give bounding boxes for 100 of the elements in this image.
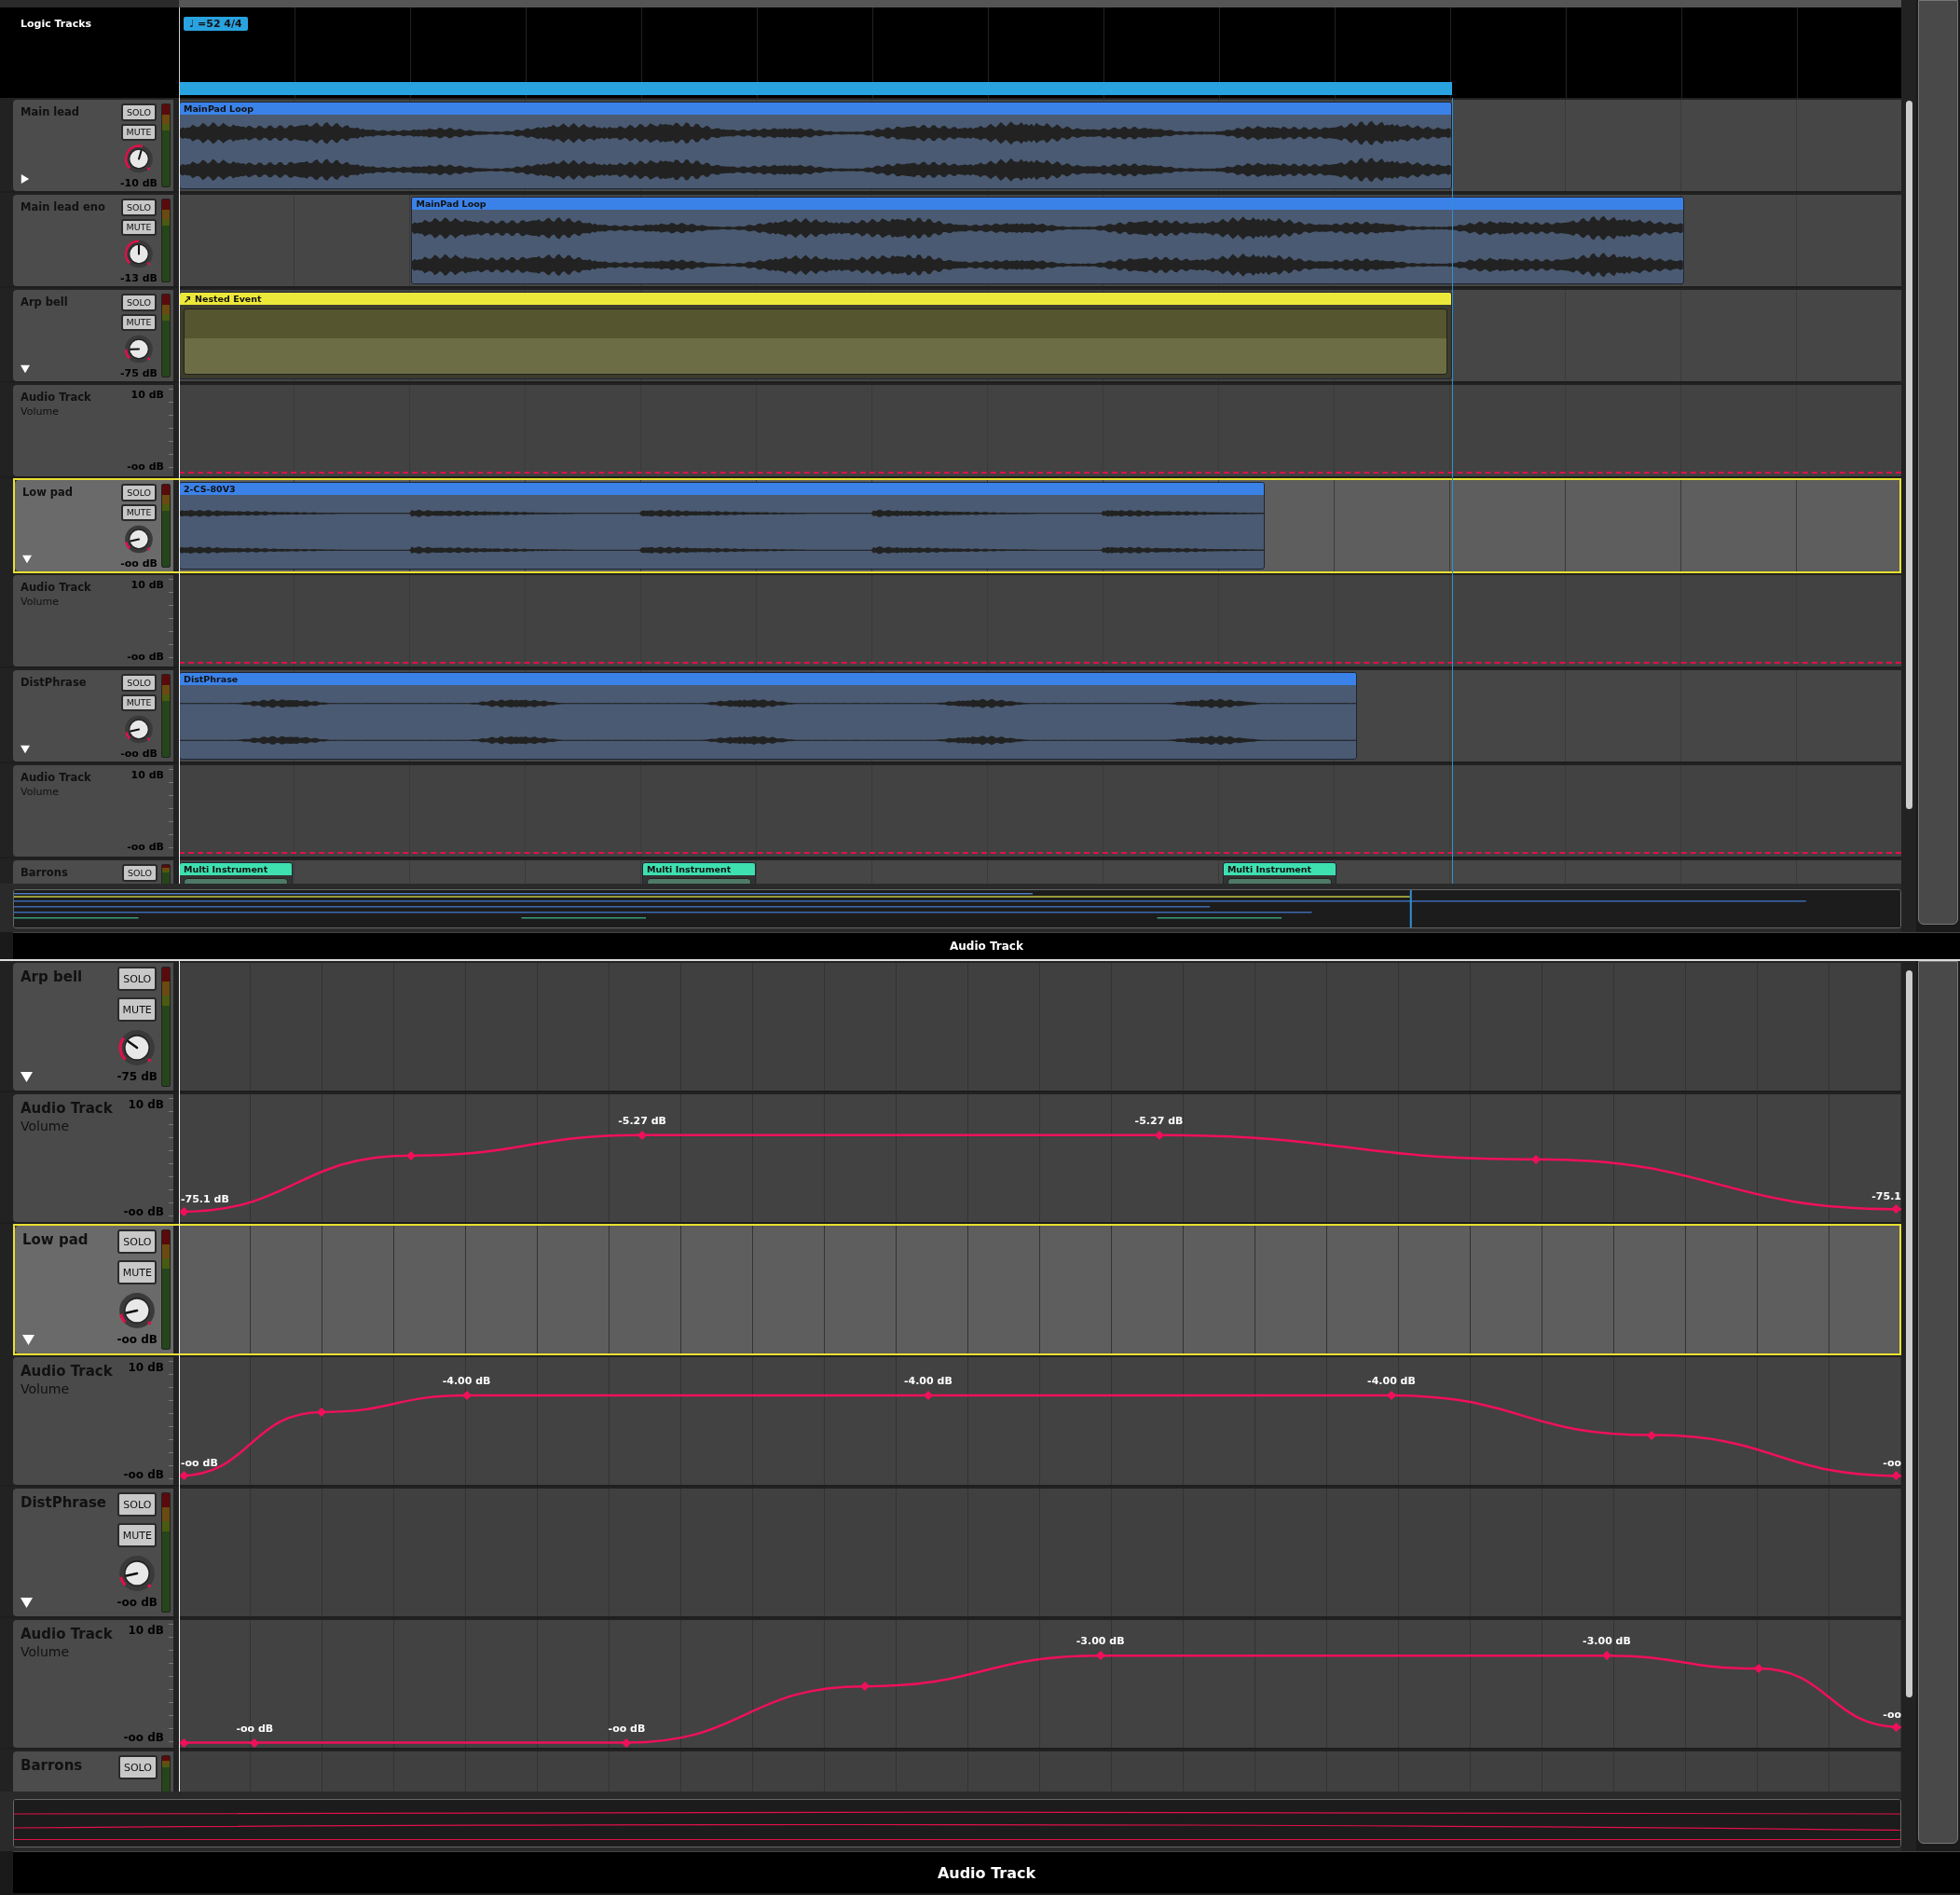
volume-readout: -13 dB — [120, 272, 158, 284]
solo-button[interactable]: SOLO — [117, 1492, 158, 1517]
solo-button[interactable]: SOLO — [122, 864, 158, 882]
track-name: Main lead eno — [21, 200, 106, 213]
mute-button[interactable]: MUTE — [117, 997, 158, 1022]
track-name: Main lead — [21, 105, 81, 118]
point-value-label: -4.00 dB — [1367, 1375, 1416, 1388]
collapse-arrow-icon[interactable] — [21, 745, 30, 754]
track-row[interactable]: Main lead eno SOLO MUTE -13 dB MainPad Loop — [0, 193, 1901, 288]
track-row[interactable]: Low pad SOLO MUTE -oo dB 2-CS-80V3 — [13, 478, 1901, 573]
collapse-arrow-icon[interactable] — [22, 1334, 34, 1346]
vertical-scrollbar[interactable] — [1901, 961, 1916, 1851]
scale-min-label: -oo dB — [127, 651, 164, 663]
mute-button[interactable]: MUTE — [121, 123, 157, 142]
volume-readout: -10 dB — [120, 177, 158, 189]
volume-knob[interactable] — [117, 1291, 158, 1330]
collapse-arrow-icon[interactable] — [21, 1597, 33, 1609]
scale-max-label: 10 dB — [128, 1624, 164, 1637]
volume-knob[interactable] — [123, 144, 155, 174]
solo-button[interactable]: SOLO — [121, 674, 158, 692]
scale-min-label: -oo dB — [123, 1468, 164, 1481]
volume-knob[interactable] — [117, 1028, 158, 1067]
volume-readout: -oo dB — [117, 1333, 158, 1346]
solo-button[interactable]: SOLO — [118, 1755, 158, 1779]
clip-title: DistPhrase — [180, 673, 1357, 685]
volume-knob[interactable] — [123, 714, 156, 745]
instrument-clip[interactable]: Multi Instrument — [642, 862, 757, 884]
clip-title: Multi Instrument — [643, 863, 756, 875]
solo-button[interactable]: SOLO — [121, 199, 157, 216]
solo-button[interactable]: SOLO — [121, 294, 157, 311]
point-value-label: -oo dB — [236, 1722, 274, 1735]
track-name: Audio Track — [21, 771, 92, 784]
track-row[interactable]: Audio Track Volume 10 dB -oo dB -oo dB -4.00 dB -4.00 dB -4.00 dB -oo — [0, 1355, 1901, 1487]
track-name: Barrons — [21, 1757, 84, 1774]
track-row[interactable]: Audio Track Volume 10 dB -oo dB -75.1 dB -5.27 dB -5.27 dB -75.1 — [0, 1092, 1901, 1224]
track-name: DistPhrase — [21, 1494, 107, 1511]
audio-clip[interactable]: MainPad Loop — [179, 102, 1452, 189]
solo-button[interactable]: SOLO — [117, 967, 158, 991]
parameter-name: Volume — [21, 1119, 71, 1133]
parameter-name: Volume — [21, 1644, 71, 1659]
point-value-label: -5.27 dB — [618, 1114, 666, 1127]
expand-arrow-icon[interactable] — [21, 174, 30, 184]
mute-button[interactable]: MUTE — [117, 1523, 158, 1547]
track-row[interactable]: Arp bell SOLO MUTE -75 dB — [0, 961, 1901, 1092]
volume-knob[interactable] — [123, 524, 156, 555]
clip-title: 2-CS-80V3 — [180, 483, 1264, 495]
track-name: Low pad — [22, 1231, 89, 1248]
tempo-marker[interactable]: ♩ =52 4/4 — [184, 17, 248, 31]
scale-max-label: 10 dB — [130, 769, 164, 781]
audio-clip[interactable]: MainPad Loop — [411, 197, 1685, 284]
track-row[interactable]: Barrons SOLO — [0, 1750, 1901, 1792]
audio-clip[interactable]: 2-CS-80V3 — [179, 482, 1265, 570]
point-value-label: -oo — [1883, 1457, 1901, 1470]
solo-button[interactable]: SOLO — [121, 103, 157, 121]
scale-min-label: -oo dB — [127, 841, 164, 853]
volume-knob[interactable] — [117, 1554, 158, 1593]
vertical-scrollbar[interactable] — [1901, 0, 1916, 932]
collapse-arrow-icon[interactable] — [21, 364, 30, 374]
track-name: Audio Track — [21, 1100, 114, 1117]
solo-button[interactable]: SOLO — [117, 1229, 158, 1254]
track-name: Audio Track — [21, 1363, 114, 1380]
scale-min-label: -oo dB — [127, 460, 164, 473]
scale-max-label: 10 dB — [130, 579, 164, 591]
collapse-arrow-icon[interactable] — [21, 1071, 33, 1083]
overview-minimap-drawing[interactable] — [13, 889, 1901, 928]
overview-minimap-drawing[interactable] — [13, 1799, 1901, 1847]
mute-button[interactable]: MUTE — [121, 218, 157, 237]
instrument-clip[interactable]: Multi Instrument — [1222, 862, 1336, 884]
collapse-arrow-icon[interactable] — [22, 555, 32, 564]
point-value-label: -oo dB — [181, 1457, 218, 1470]
instrument-clip[interactable]: Multi Instrument — [179, 862, 293, 884]
track-row[interactable]: DistPhrase SOLO MUTE -oo dB — [0, 1487, 1901, 1618]
scale-max-label: 10 dB — [128, 1098, 164, 1111]
volume-readout: -oo dB — [117, 1596, 158, 1609]
track-row[interactable]: Barrons SOLO Multi Instrument Multi Instrument Multi Instrument — [0, 858, 1901, 884]
point-value-label: -4.00 dB — [442, 1375, 491, 1388]
track-name: Arp bell — [21, 295, 69, 309]
audio-clip[interactable]: DistPhrase — [179, 672, 1358, 760]
level-meter — [161, 1755, 171, 1792]
clip-title: Multi Instrument — [1223, 863, 1336, 875]
track-name: Audio Track — [21, 391, 92, 404]
nested-clip[interactable]: Nested Event — [179, 292, 1452, 379]
clip-title: MainPad Loop — [180, 103, 1451, 115]
track-name: Arp bell — [21, 968, 84, 985]
parameter-name: Volume — [21, 596, 60, 608]
mute-button[interactable]: MUTE — [121, 313, 157, 332]
track-row[interactable]: Arp bell SOLO MUTE -75 dB Nested Event — [0, 288, 1901, 383]
mute-button[interactable]: MUTE — [121, 693, 158, 712]
volume-knob[interactable] — [123, 239, 155, 269]
point-value-label: -3.00 dB — [1076, 1635, 1125, 1648]
track-row[interactable]: Main lead SOLO MUTE -10 dB MainPad Loop — [0, 98, 1901, 193]
track-name: Barrons — [21, 866, 69, 879]
mute-button[interactable]: MUTE — [121, 503, 158, 522]
track-row[interactable]: Audio Track Volume 10 dB -oo dB -oo dB -oo dB -3.00 dB -3.00 dB -oo — [0, 1618, 1901, 1750]
volume-knob[interactable] — [123, 334, 155, 364]
track-row[interactable]: DistPhrase SOLO MUTE -oo dB DistPhrase — [0, 668, 1901, 763]
track-row[interactable]: Low pad SOLO MUTE -oo dB — [13, 1224, 1901, 1355]
solo-button[interactable]: SOLO — [121, 484, 158, 501]
point-value-label: -75.1 dB — [181, 1193, 229, 1206]
mute-button[interactable]: MUTE — [117, 1260, 158, 1284]
